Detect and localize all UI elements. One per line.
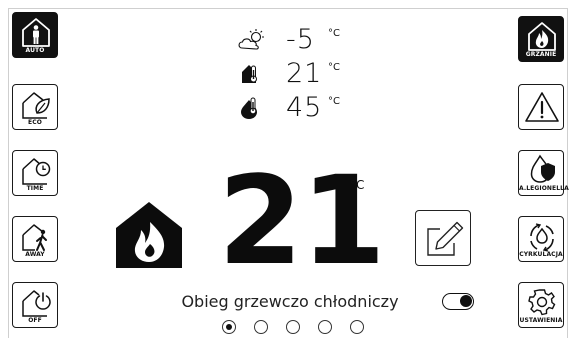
time-mode-label: TIME (26, 185, 44, 192)
auto-mode-button[interactable]: AUTO (12, 12, 58, 58)
heating-mode-label: GRZANIE (525, 51, 557, 58)
page-dot-4[interactable] (318, 320, 332, 334)
auto-mode-label: AUTO (25, 47, 45, 54)
house-thermometer-icon (242, 65, 257, 83)
heating-mode-button[interactable]: GRZANIE (518, 16, 564, 62)
frame-right-border (567, 8, 568, 338)
legionella-label: A.LEGIONELLA (519, 185, 569, 192)
page-dot-1[interactable] (222, 320, 236, 334)
settings-button[interactable]: USTAWIENIA (518, 282, 564, 328)
away-mode-button[interactable]: AWAY (12, 216, 58, 262)
frame-left-border (8, 8, 9, 338)
outdoor-temperature-unit: °C (328, 28, 340, 39)
alarm-button[interactable] (518, 84, 564, 130)
time-mode-button[interactable]: TIME (12, 150, 58, 196)
flame-house-icon (116, 202, 182, 268)
away-mode-label: AWAY (25, 251, 45, 258)
partly-cloudy-icon (238, 29, 264, 50)
legionella-button[interactable]: A.LEGIONELLA (518, 150, 569, 196)
circuit-name: Obieg grzewczo chłodniczy (181, 292, 399, 311)
off-mode-button[interactable]: OFF (12, 282, 58, 328)
page-dot-2[interactable] (254, 320, 268, 334)
off-mode-label: OFF (28, 317, 42, 324)
eco-mode-label: ECO (28, 119, 42, 126)
settings-label: USTAWIENIA (519, 317, 563, 324)
indoor-temperature-unit: °C (328, 62, 340, 73)
water-temperature-value: 45 (286, 92, 323, 123)
pencil-edit-icon (427, 221, 464, 256)
water-temperature-unit: °C (328, 96, 340, 107)
indoor-temperature-value: 21 (286, 58, 323, 89)
outdoor-temperature-value: -5 (286, 24, 315, 55)
circulation-label: CYRKULACJA (519, 251, 563, 258)
circuit-toggle[interactable] (442, 293, 474, 310)
page-dot-5[interactable] (350, 320, 364, 334)
setpoint-unit: °C (350, 178, 365, 192)
page-dot-3[interactable] (286, 320, 300, 334)
toggle-knob (460, 295, 472, 307)
circulation-button[interactable]: CYRKULACJA (518, 216, 564, 262)
eco-mode-button[interactable]: ECO (12, 84, 58, 130)
edit-setpoint-button[interactable] (415, 210, 471, 266)
warning-icon (525, 92, 559, 122)
drop-thermometer-icon (241, 97, 257, 119)
frame-top-border (8, 8, 568, 9)
